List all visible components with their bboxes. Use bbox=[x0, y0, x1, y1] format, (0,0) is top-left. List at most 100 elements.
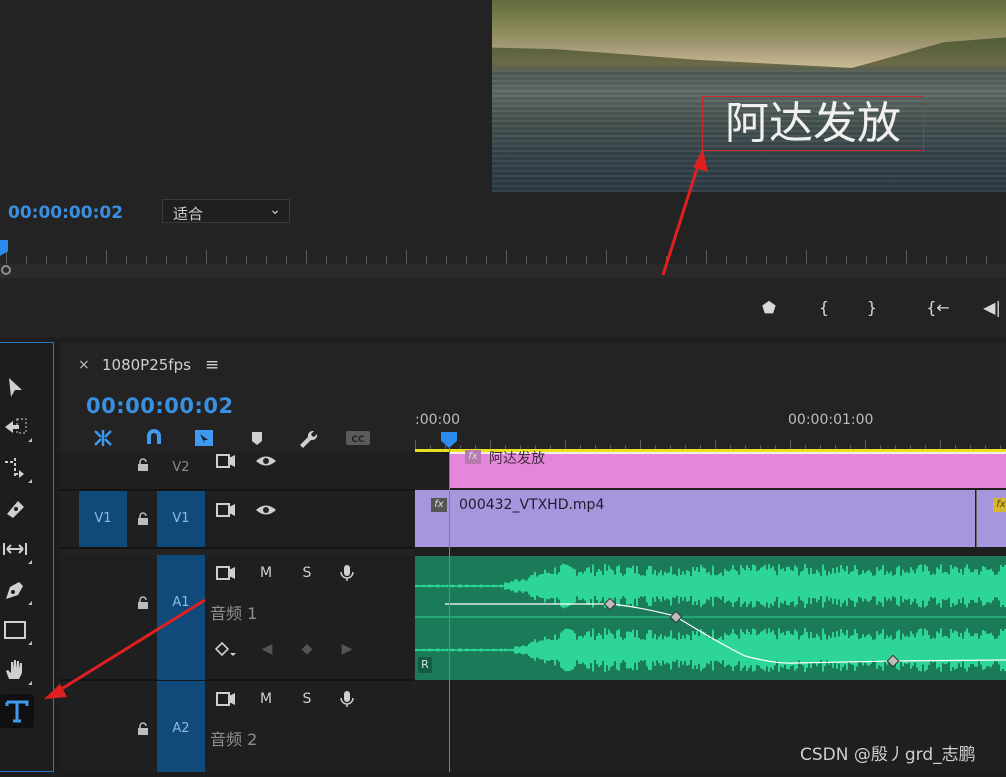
nest-sequence-icon[interactable] bbox=[92, 428, 114, 448]
monitor-ruler-tick bbox=[486, 256, 487, 264]
snap-magnet-icon[interactable] bbox=[143, 428, 165, 448]
mark-in-button[interactable]: { bbox=[812, 298, 836, 318]
monitor-ruler-tick bbox=[946, 256, 947, 264]
monitor-ruler-tick bbox=[286, 256, 287, 264]
track-target-a2[interactable]: A2 bbox=[157, 681, 205, 772]
wrench-settings-icon[interactable] bbox=[296, 428, 318, 448]
lock-icon[interactable] bbox=[136, 722, 150, 736]
hand-tool[interactable] bbox=[2, 657, 32, 685]
pen-icon bbox=[6, 582, 23, 599]
ruler-label-1s: 00:00:01:00 bbox=[788, 412, 874, 428]
sequence-tab[interactable]: 1080P25fps bbox=[102, 356, 191, 374]
prev-keyframe-icon[interactable]: ◀ bbox=[256, 640, 278, 658]
monitor-ruler-tick bbox=[446, 256, 447, 264]
monitor-ruler-tick bbox=[926, 256, 927, 264]
selection-tool[interactable] bbox=[2, 375, 28, 401]
sequence-timecode[interactable]: 00:00:00:02 bbox=[86, 394, 234, 418]
video-clip[interactable]: fx 000432_VTXHD.mp4 bbox=[415, 490, 975, 547]
step-back-button[interactable]: ◀| bbox=[980, 298, 1004, 318]
monitor-time-ruler[interactable] bbox=[0, 240, 1006, 264]
track-select-tool[interactable] bbox=[2, 414, 32, 442]
monitor-ruler-tick bbox=[566, 256, 567, 264]
lock-icon[interactable] bbox=[136, 596, 150, 610]
captions-cc-icon[interactable]: CC bbox=[345, 428, 370, 448]
video-clip-next[interactable]: fx bbox=[976, 490, 1006, 547]
microphone-icon[interactable] bbox=[336, 690, 358, 708]
hand-icon bbox=[6, 660, 22, 679]
solo-button[interactable]: S bbox=[296, 690, 318, 708]
track-target-a1[interactable]: A1 bbox=[157, 555, 205, 680]
toggle-output-eye-icon[interactable] bbox=[255, 452, 277, 470]
program-timecode[interactable]: 00:00:00:02 bbox=[8, 203, 123, 223]
monitor-ruler-tick bbox=[266, 256, 267, 264]
razor-tool[interactable] bbox=[2, 496, 28, 522]
monitor-ruler-tick bbox=[666, 256, 667, 264]
monitor-ruler-tick bbox=[506, 250, 507, 264]
mute-button[interactable]: M bbox=[255, 690, 277, 708]
monitor-ruler-tick bbox=[766, 256, 767, 264]
next-keyframe-icon[interactable]: ▶ bbox=[336, 640, 358, 658]
lock-icon[interactable] bbox=[136, 458, 150, 472]
playhead-line[interactable] bbox=[449, 448, 450, 772]
title-clip[interactable]: fx 阿达发放 bbox=[449, 450, 1006, 488]
toggle-sync-lock-icon[interactable] bbox=[215, 564, 237, 582]
toggle-sync-lock-icon[interactable] bbox=[215, 452, 237, 470]
monitor-ruler-tick bbox=[886, 256, 887, 264]
more-tools-indicator bbox=[28, 560, 32, 564]
toggle-sync-lock-icon[interactable] bbox=[215, 690, 237, 708]
monitor-ruler-tick bbox=[166, 256, 167, 264]
audio-clip[interactable]: fx L R bbox=[415, 556, 1006, 680]
go-to-in-button[interactable]: {← bbox=[926, 298, 950, 318]
video-frame[interactable]: 阿达发放 bbox=[492, 0, 1006, 192]
lock-icon[interactable] bbox=[136, 512, 150, 526]
rectangle-tool[interactable] bbox=[2, 617, 32, 645]
monitor-ruler-tick bbox=[226, 256, 227, 264]
more-tools-indicator bbox=[28, 601, 32, 605]
source-patch-v1[interactable]: V1 bbox=[79, 491, 127, 547]
add-marker-button[interactable]: ⬟ bbox=[757, 298, 781, 318]
more-tools-indicator bbox=[28, 479, 32, 483]
monitor-ruler-tick bbox=[326, 256, 327, 264]
monitor-ruler-tick bbox=[46, 256, 47, 264]
title-text-overlay[interactable]: 阿达发放 bbox=[702, 96, 924, 151]
monitor-ruler-tick bbox=[26, 256, 27, 264]
track-target-v2[interactable]: V2 bbox=[157, 452, 205, 488]
ripple-edit-icon bbox=[5, 458, 25, 478]
add-marker-icon[interactable] bbox=[246, 428, 268, 448]
ruler-label-start: :00:00 bbox=[415, 412, 461, 428]
type-tool[interactable] bbox=[0, 694, 34, 728]
fit-zoom-select[interactable]: 适合 ⌄ bbox=[162, 199, 290, 223]
slip-tool[interactable] bbox=[2, 536, 32, 564]
monitor-ruler-tick bbox=[526, 256, 527, 264]
monitor-ruler-tick bbox=[206, 250, 207, 264]
monitor-ruler-tick bbox=[906, 250, 907, 264]
close-sequence-button[interactable]: × bbox=[78, 357, 90, 373]
mark-out-button[interactable]: } bbox=[860, 298, 884, 318]
ripple-edit-tool[interactable] bbox=[2, 455, 32, 483]
sequence-menu-icon[interactable]: ≡ bbox=[205, 355, 219, 375]
track-target-v1[interactable]: V1 bbox=[157, 491, 205, 547]
toggle-output-eye-icon[interactable] bbox=[255, 501, 277, 519]
toggle-sync-lock-icon[interactable] bbox=[215, 501, 237, 519]
monitor-ruler-tick bbox=[786, 256, 787, 264]
pen-tool[interactable] bbox=[2, 577, 32, 605]
monitor-ruler-tick bbox=[626, 256, 627, 264]
mute-button[interactable]: M bbox=[255, 564, 277, 582]
track-header-v2 bbox=[60, 452, 414, 491]
fx-badge: fx bbox=[431, 498, 447, 512]
scroll-knob[interactable] bbox=[1, 265, 11, 275]
microphone-icon[interactable] bbox=[336, 564, 358, 582]
track-name-a1[interactable]: 音频 1 bbox=[210, 600, 257, 624]
monitor-ruler-tick bbox=[806, 250, 807, 264]
add-keyframe-icon[interactable]: ◆ bbox=[296, 640, 318, 658]
keyframe-menu-icon[interactable] bbox=[214, 640, 237, 658]
monitor-ruler-tick bbox=[366, 256, 367, 264]
more-tools-indicator bbox=[28, 438, 32, 442]
monitor-ruler-tick bbox=[606, 250, 607, 264]
monitor-scrollbar[interactable] bbox=[0, 264, 1006, 278]
monitor-ruler-tick bbox=[146, 256, 147, 264]
track-name-a2[interactable]: 音频 2 bbox=[210, 726, 257, 750]
solo-button[interactable]: S bbox=[296, 564, 318, 582]
timeline-ruler[interactable]: :00:00 00:00:01:00 bbox=[415, 400, 1006, 450]
linked-selection-icon[interactable] bbox=[193, 428, 215, 448]
